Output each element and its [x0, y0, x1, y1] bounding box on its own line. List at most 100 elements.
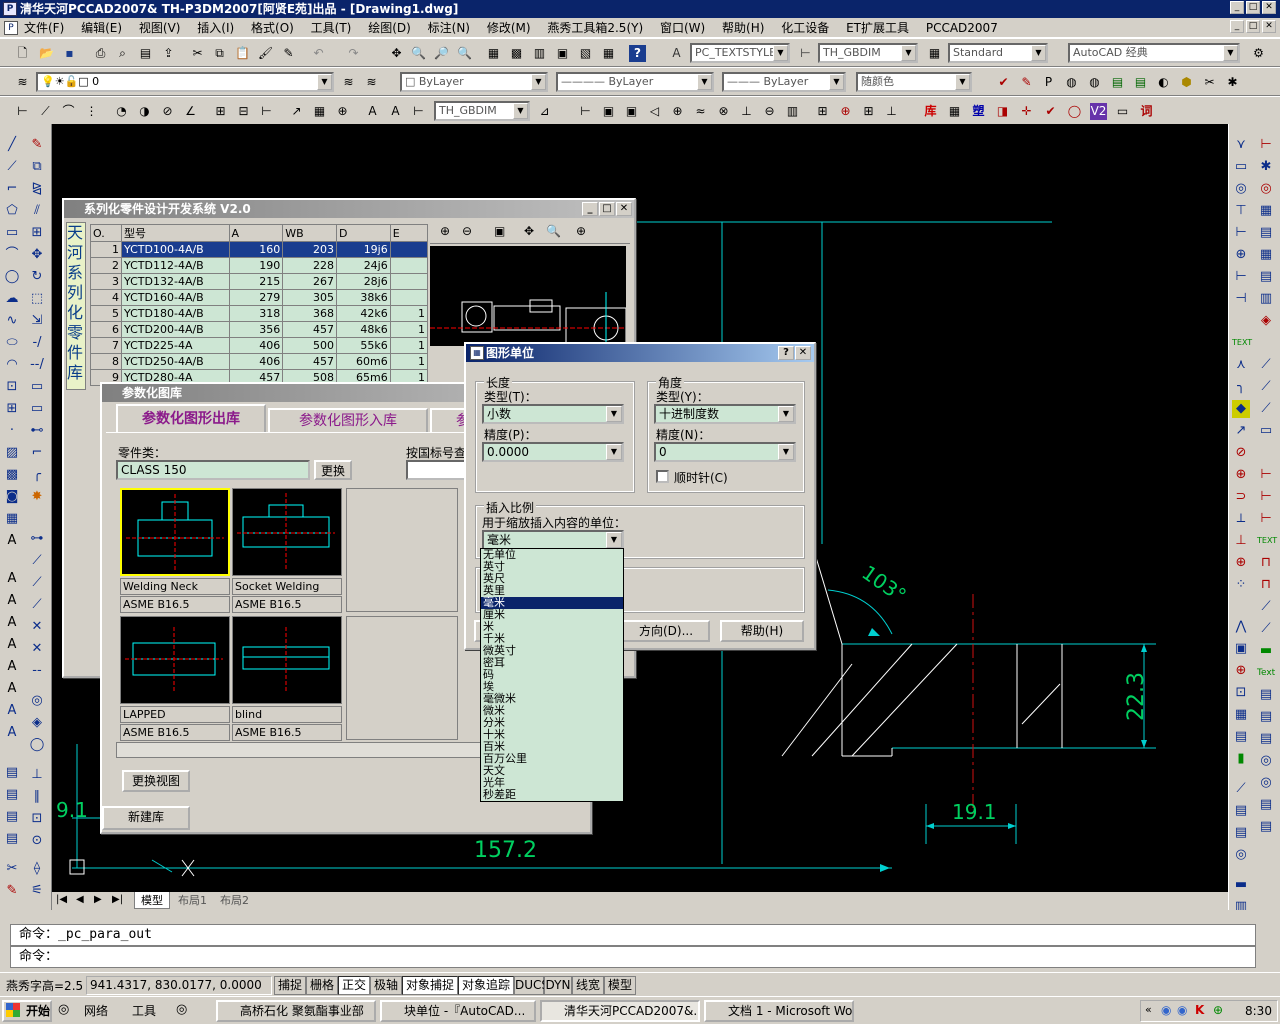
- trim-icon[interactable]: -/: [28, 334, 46, 352]
- pc-v2-icon[interactable]: V2: [1090, 103, 1107, 120]
- table-row[interactable]: 3 YCTD132-4A/B 215 267 28j6: [90, 273, 429, 290]
- scale-icon[interactable]: ⬚: [28, 290, 46, 308]
- table-row[interactable]: 8 YCTD250-4A/B 406 457 60m6 1: [90, 353, 429, 370]
- thumb-empty[interactable]: [346, 616, 458, 740]
- r2-tool16-icon[interactable]: ⊢: [1257, 510, 1275, 528]
- designcenter-icon[interactable]: ▩: [508, 45, 525, 62]
- series-dialog-titlebar[interactable]: 系列化零件设计开发系统 V2.0 _ □ ✕: [64, 200, 634, 218]
- dim-long-text[interactable]: 157.2: [474, 838, 537, 863]
- r-tool9-icon[interactable]: ⋏: [1232, 356, 1250, 374]
- r2-tool7-icon[interactable]: ▤: [1257, 268, 1275, 286]
- pc-tool7-icon[interactable]: ⊗: [715, 103, 732, 120]
- units-help-icon[interactable]: ?: [778, 346, 794, 360]
- pc-check-icon[interactable]: ✔: [1042, 103, 1059, 120]
- table-row[interactable]: 2 YCTD112-4A/B 190 228 24j6: [90, 257, 429, 274]
- move-icon[interactable]: ✥: [28, 246, 46, 264]
- dim-arc-icon[interactable]: ⌒: [60, 103, 77, 120]
- table-row[interactable]: 7 YCTD225-4A 406 500 55k6 1: [90, 337, 429, 354]
- ellipse-arc-icon[interactable]: ◠: [3, 356, 21, 374]
- dim-jogged-icon[interactable]: ◑: [136, 103, 153, 120]
- layer-previous-icon[interactable]: ≋: [363, 74, 380, 91]
- layer-iso-icon[interactable]: ▤: [3, 808, 21, 826]
- menu-edit[interactable]: 编辑(E): [81, 18, 122, 38]
- pc-library-icon[interactable]: 库: [922, 103, 939, 120]
- table-icon[interactable]: ▦: [3, 510, 21, 528]
- units-help-button[interactable]: 帮助(H): [720, 620, 804, 642]
- osnap-par-icon[interactable]: ∥: [28, 788, 46, 806]
- undo-icon[interactable]: ↶: [310, 45, 327, 62]
- task-folder[interactable]: 高桥石化 聚氨酯事业部: [216, 1000, 376, 1022]
- sheetset-icon[interactable]: ▣: [554, 45, 571, 62]
- r2-tool26-icon[interactable]: ◎: [1257, 774, 1275, 792]
- pc-tool5-icon[interactable]: ⊕: [669, 103, 686, 120]
- pc-circle-icon[interactable]: ◯: [1066, 103, 1083, 120]
- mirror-icon[interactable]: ⧎: [28, 180, 46, 198]
- menu-dimension[interactable]: 标注(N): [428, 18, 470, 38]
- circle-icon[interactable]: ◯: [3, 268, 21, 286]
- units-close-button[interactable]: ✕: [795, 346, 811, 360]
- command-prompt[interactable]: 命令：: [10, 946, 1256, 968]
- arc-icon[interactable]: ⌒: [3, 246, 21, 264]
- r-tool1-icon[interactable]: ⋎: [1232, 136, 1250, 154]
- r-tool10-icon[interactable]: ╮: [1232, 378, 1250, 396]
- r2-text-icon[interactable]: TEXT: [1257, 532, 1277, 550]
- table-row[interactable]: 1 YCTD100-4A/B 160 203 19j6: [90, 241, 429, 258]
- r2-tool15-icon[interactable]: ⊢: [1257, 488, 1275, 506]
- point-icon[interactable]: ·: [3, 422, 21, 440]
- pc-tool8-icon[interactable]: ⊥: [738, 103, 755, 120]
- text4-icon[interactable]: A: [3, 636, 21, 654]
- preview-window-icon[interactable]: 🔍: [546, 224, 561, 238]
- yx-tool7-icon[interactable]: ▤: [1132, 74, 1149, 91]
- otrack-toggle[interactable]: 对象追踪: [458, 976, 514, 995]
- layerp-icon[interactable]: ▤: [3, 764, 21, 782]
- table-row[interactable]: 5 YCTD180-4A/B 318 368 42k6 1: [90, 305, 429, 322]
- maximize-button[interactable]: □: [1246, 1, 1260, 14]
- series-close-button[interactable]: ✕: [616, 202, 632, 216]
- tab-layout2[interactable]: 布局2: [214, 892, 255, 908]
- color-combo[interactable]: □ ByLayer ▼: [400, 72, 548, 92]
- xline-icon[interactable]: ⟋: [3, 158, 21, 176]
- layer-walk-icon[interactable]: ▤: [3, 786, 21, 804]
- doc-close-button[interactable]: ✕: [1262, 20, 1276, 33]
- dim-radius-icon[interactable]: ◔: [113, 103, 130, 120]
- fillet-icon[interactable]: ╭: [28, 466, 46, 484]
- angle-type-dropdown[interactable]: 十进制度数 ▼: [654, 404, 796, 424]
- text3-icon[interactable]: A: [3, 614, 21, 632]
- layer-off-icon[interactable]: ▤: [3, 830, 21, 848]
- clockwise-checkbox[interactable]: [656, 470, 669, 483]
- calculator-icon[interactable]: ▦: [600, 45, 617, 62]
- tray-k-icon[interactable]: K: [1195, 1003, 1204, 1017]
- tray-shield-icon[interactable]: ⊕: [1213, 1003, 1223, 1017]
- dim-continue-icon[interactable]: ⊢: [258, 103, 275, 120]
- r2-tool4-icon[interactable]: ▦: [1257, 202, 1275, 220]
- yx-tool3-icon[interactable]: P: [1040, 74, 1057, 91]
- redo-icon[interactable]: ↷: [345, 45, 362, 62]
- doc-minimize-button[interactable]: _: [1230, 20, 1244, 33]
- r-tool12-icon[interactable]: ↗: [1232, 422, 1250, 440]
- menu-view[interactable]: 视图(V): [139, 18, 181, 38]
- dimstyle-manager-icon[interactable]: ⊿: [536, 103, 553, 120]
- change-class-button[interactable]: 更换: [314, 460, 352, 480]
- dimupdate-icon[interactable]: ⊢: [410, 103, 427, 120]
- help-icon[interactable]: ?: [629, 45, 646, 62]
- thumb-welding-neck[interactable]: Welding Neck ASME B16.5: [120, 488, 230, 613]
- break-icon[interactable]: ▭: [28, 400, 46, 418]
- pc-tool1-icon[interactable]: ⊢: [577, 103, 594, 120]
- paste-icon[interactable]: 📋: [234, 45, 251, 62]
- pc-monitor-icon[interactable]: ▭: [1114, 103, 1131, 120]
- r-tool2-icon[interactable]: ▭: [1232, 158, 1250, 176]
- length-type-dropdown[interactable]: 小数 ▼: [482, 404, 624, 424]
- r2-tool14-icon[interactable]: ⊢: [1257, 466, 1275, 484]
- list-item[interactable]: 码: [481, 669, 623, 681]
- erase-icon[interactable]: ✎: [28, 136, 46, 154]
- preview-extents-icon[interactable]: ⊕: [576, 224, 586, 238]
- r2-tool11-icon[interactable]: ⟋: [1257, 378, 1275, 396]
- series-minimize-button[interactable]: _: [582, 202, 598, 216]
- osnap-cen-icon[interactable]: ◎: [28, 692, 46, 710]
- zoom-previous-icon[interactable]: 🔍: [456, 45, 473, 62]
- new-icon[interactable]: 🗋: [14, 45, 31, 62]
- r-tool23-icon[interactable]: ⊡: [1232, 684, 1250, 702]
- pan-icon[interactable]: ✥: [388, 45, 405, 62]
- osnap-app-icon[interactable]: ✕: [28, 640, 46, 658]
- pc-tool2-icon[interactable]: ▣: [600, 103, 617, 120]
